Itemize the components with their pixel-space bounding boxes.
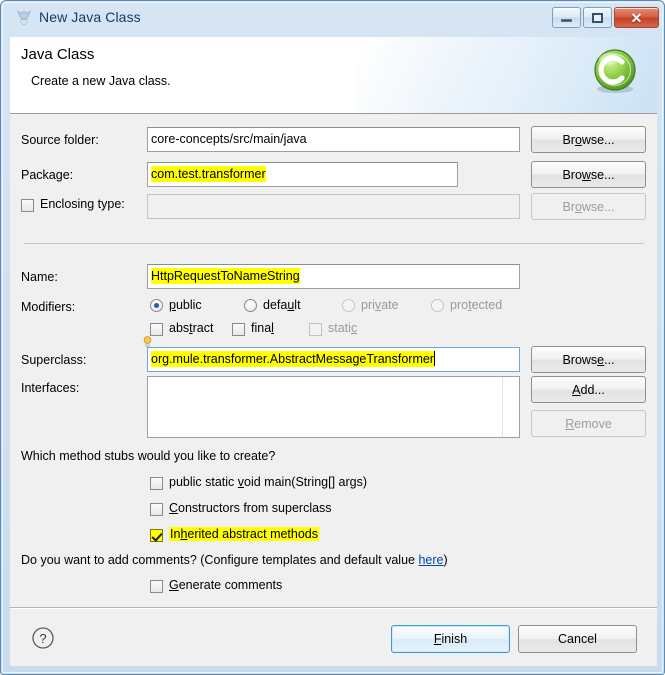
close-button[interactable]: ✕ xyxy=(614,7,659,28)
interfaces-label: Interfaces: xyxy=(21,381,80,395)
name-input[interactable]: HttpRequestToNameString xyxy=(147,264,520,289)
modifier-label-default[interactable]: default xyxy=(263,298,301,312)
modifier-radio-private xyxy=(342,299,355,312)
enclosing-type-checkbox[interactable] xyxy=(21,199,34,212)
generate-comments-checkbox[interactable] xyxy=(150,580,163,593)
interfaces-list[interactable] xyxy=(147,376,520,438)
page-subtitle: Create a new Java class. xyxy=(31,74,171,88)
modifier-radio-default[interactable] xyxy=(244,299,257,312)
comments-question: Do you want to add comments? (Configure … xyxy=(21,553,448,567)
modifier-checkbox-static xyxy=(309,323,322,336)
source-folder-value: core-concepts/src/main/java xyxy=(151,132,307,146)
dialog-footer: ? Finish Cancel xyxy=(10,608,657,666)
window-controls: ✕ xyxy=(552,7,659,28)
stub-checkbox-constructors[interactable] xyxy=(150,503,163,516)
wizard-content: Source folder: core-concepts/src/main/ja… xyxy=(10,114,657,608)
enclosing-type-input xyxy=(147,194,520,219)
text-caret xyxy=(433,351,435,366)
minimize-button[interactable] xyxy=(552,7,581,28)
enclosing-type-label: Enclosing type: xyxy=(40,197,125,211)
maximize-button[interactable] xyxy=(583,7,612,28)
package-input[interactable]: com.test.transformer xyxy=(147,162,458,187)
modifier-label-private: private xyxy=(361,298,399,312)
title-bar[interactable]: New Java Class ✕ xyxy=(1,1,664,37)
stub-checkbox-main[interactable] xyxy=(150,477,163,490)
wizard-header: Java Class Create a new Java class. xyxy=(10,37,657,114)
modifier-radio-public[interactable] xyxy=(150,299,163,312)
generate-comments-label[interactable]: Generate comments xyxy=(169,578,282,592)
name-label: Name: xyxy=(21,270,58,284)
modifier-checkbox-final[interactable] xyxy=(232,323,245,336)
package-label: Package: xyxy=(21,168,74,182)
interfaces-remove-button: Remove xyxy=(531,410,646,437)
package-browse-button[interactable]: Browse... xyxy=(531,161,646,188)
modifier-radio-protected xyxy=(431,299,444,312)
modifier-label-public[interactable]: public xyxy=(169,298,202,312)
interfaces-scrollbar[interactable] xyxy=(502,377,519,437)
method-stubs-question: Which method stubs would you like to cre… xyxy=(21,449,276,463)
divider-1 xyxy=(24,243,644,244)
name-value: HttpRequestToNameString xyxy=(151,268,300,284)
modifier-label-abstract[interactable]: abstract xyxy=(169,321,213,335)
minimize-icon xyxy=(561,19,572,22)
java-class-wizard-icon xyxy=(17,10,31,25)
svg-text:?: ? xyxy=(39,631,46,646)
page-title: Java Class xyxy=(21,46,95,63)
green-class-circle-icon xyxy=(594,49,636,93)
superclass-input[interactable]: org.mule.transformer.AbstractMessageTran… xyxy=(147,347,520,372)
enclosing-type-browse-button: Browse... xyxy=(531,193,646,220)
source-folder-label: Source folder: xyxy=(21,133,99,147)
source-folder-input[interactable]: core-concepts/src/main/java xyxy=(147,127,520,152)
modifier-checkbox-abstract[interactable] xyxy=(150,323,163,336)
superclass-browse-button[interactable]: Browse... xyxy=(531,346,646,373)
superclass-label: Superclass: xyxy=(21,353,87,367)
superclass-value: org.mule.transformer.AbstractMessageTran… xyxy=(151,351,434,367)
close-icon: ✕ xyxy=(630,9,643,26)
new-java-class-dialog: New Java Class ✕ Java Class Create a new… xyxy=(0,0,665,675)
maximize-icon xyxy=(592,12,603,23)
modifiers-label: Modifiers: xyxy=(21,300,76,314)
help-question-icon[interactable]: ? xyxy=(31,626,55,650)
finish-button[interactable]: Finish xyxy=(391,625,510,653)
stub-label-main[interactable]: public static void main(String[] args) xyxy=(169,475,367,489)
window-title: New Java Class xyxy=(39,9,141,25)
interfaces-add-button[interactable]: Add... xyxy=(531,376,646,403)
package-value: com.test.transformer xyxy=(151,166,266,182)
source-folder-browse-button[interactable]: Browse... xyxy=(531,126,646,153)
configure-templates-link[interactable]: here xyxy=(418,553,443,567)
stub-label-constructors[interactable]: Constructors from superclass xyxy=(169,501,332,515)
stub-label-inherited[interactable]: Inherited abstract methods xyxy=(169,527,320,541)
cancel-button[interactable]: Cancel xyxy=(518,625,637,653)
modifier-label-static: static xyxy=(328,321,358,335)
stub-checkbox-inherited[interactable] xyxy=(150,529,163,542)
modifier-label-final[interactable]: final xyxy=(251,321,274,335)
modifier-label-protected: protected xyxy=(450,298,503,312)
